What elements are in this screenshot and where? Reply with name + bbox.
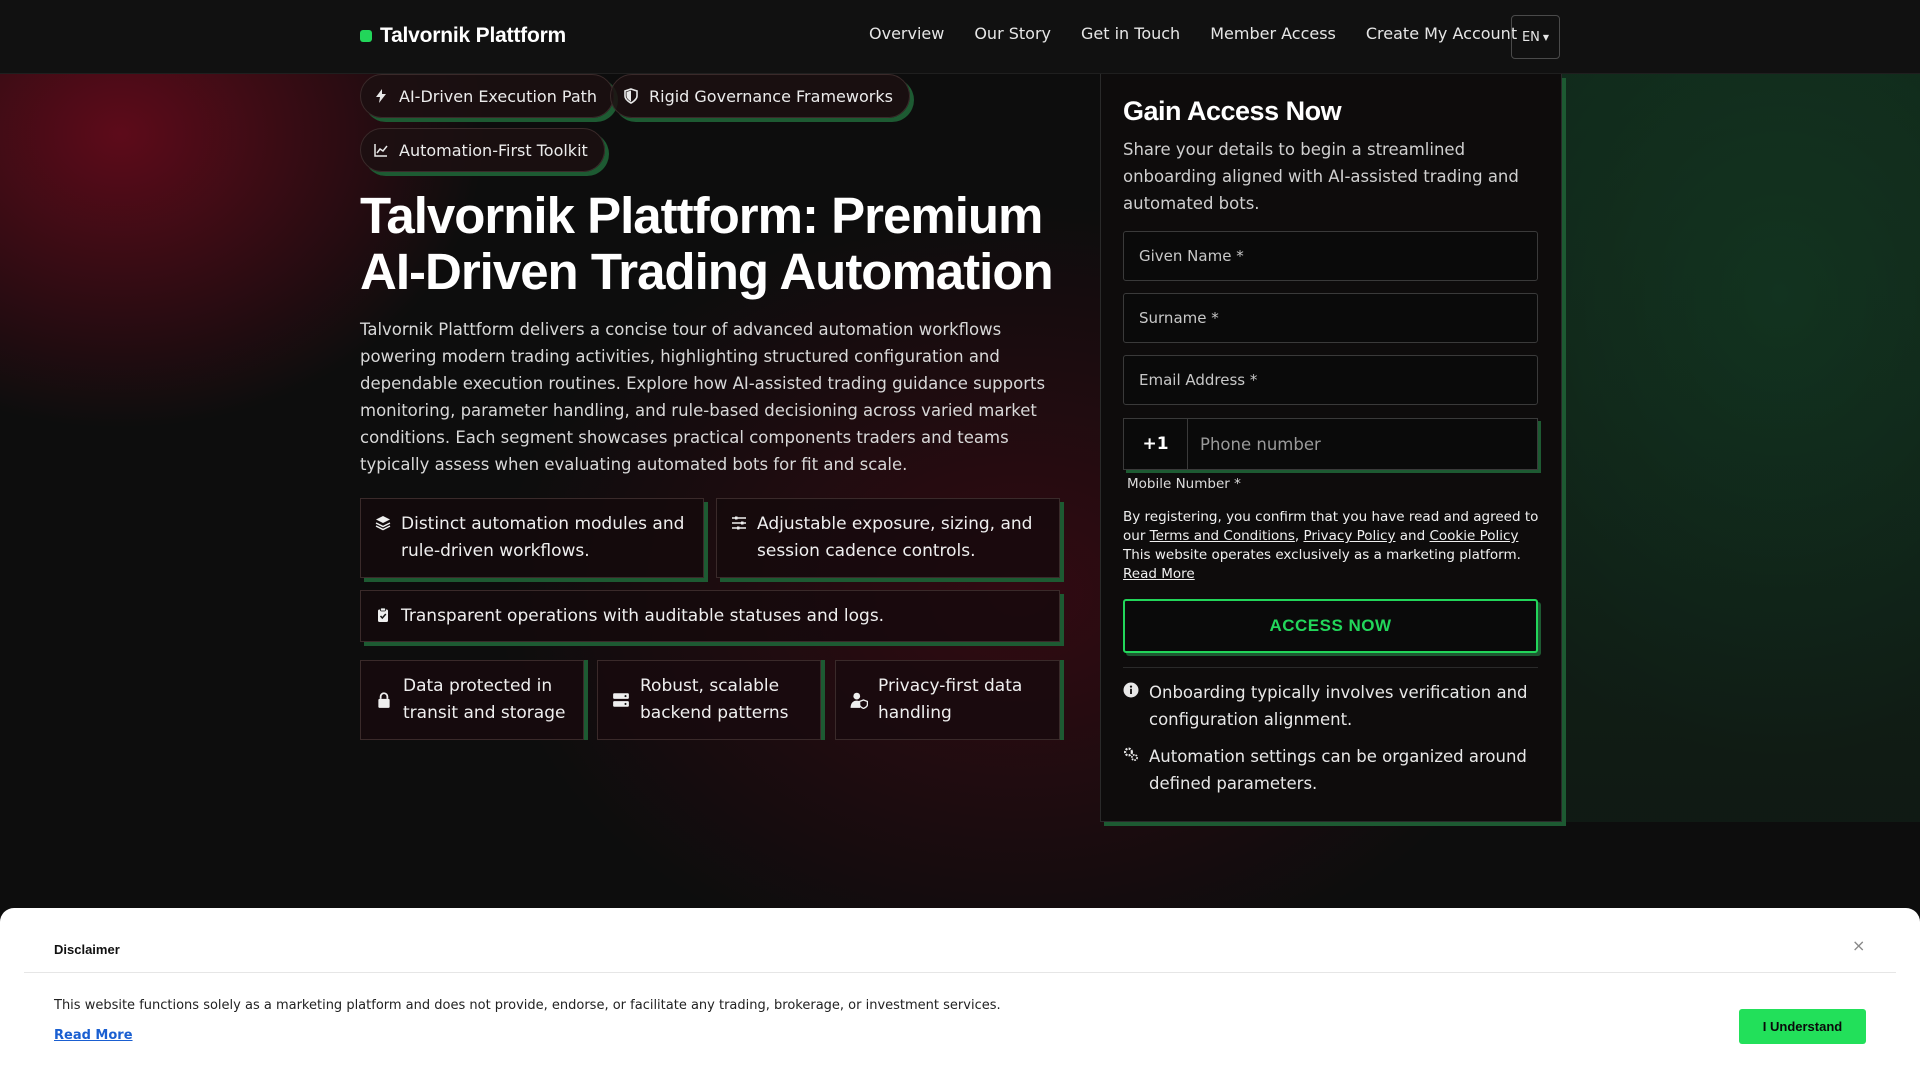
nav-member-access[interactable]: Member Access [1210,24,1336,43]
disclaimer-text: This website functions solely as a marke… [54,998,1001,1013]
form-subtitle: Share your details to begin a streamline… [1123,140,1519,213]
lock-icon [378,692,390,708]
server-icon [613,693,629,707]
badge-label: Automation-First Toolkit [399,140,588,160]
background-right-panel [1562,74,1920,822]
disclaimer-divider [24,972,1896,973]
note-text: Automation settings can be organized aro… [1149,747,1527,793]
disclaimer-read-more-link[interactable]: Read More [54,1028,133,1043]
note-text: Onboarding typically involves verificati… [1149,683,1528,729]
language-selector[interactable]: EN ▼ [1511,15,1560,59]
email-field[interactable] [1123,355,1538,405]
legal-and: and [1399,528,1426,544]
mini-feature-text: Privacy-first data handling [878,676,1023,723]
cookie-link[interactable]: Cookie Policy [1429,528,1518,544]
legal-notice: By registering, you confirm that you hav… [1123,509,1539,582]
legal-suffix: This website operates exclusively as a m… [1123,547,1521,563]
feature-text: Transparent operations with auditable st… [401,606,885,626]
country-code-selector[interactable]: +1 [1124,419,1188,469]
badge-governance: Rigid Governance Frameworks [610,74,910,118]
hero-description: Talvornik Plattform delivers a concise t… [360,320,1046,474]
mini-feature-privacy: Privacy-first data handling [835,660,1060,740]
given-name-field[interactable] [1123,231,1538,281]
brand[interactable]: Talvornik Plattform [360,24,566,48]
nav-our-story[interactable]: Our Story [974,24,1051,43]
badge-ai-execution: AI-Driven Execution Path [360,74,615,118]
mini-feature-backend: Robust, scalable backend patterns [597,660,821,740]
badge-label: Rigid Governance Frameworks [649,86,893,106]
i-understand-button[interactable]: I Understand [1739,1009,1866,1044]
form-title: Gain Access Now [1123,96,1342,126]
phone-group: +1 [1123,418,1538,470]
feature-text: Distinct automation modules and rule-dri… [401,514,685,561]
badge-automation-toolkit: Automation-First Toolkit [360,128,605,172]
badge-label: AI-Driven Execution Path [399,86,598,106]
terms-link[interactable]: Terms and Conditions [1150,528,1295,544]
access-now-button[interactable]: ACCESS NOW [1123,599,1538,653]
mini-feature-text: Data protected in transit and storage [403,676,566,723]
shield-icon [624,88,638,104]
info-icon [1123,682,1139,698]
note-onboarding: Onboarding typically involves verificati… [1123,679,1543,733]
brand-logo-icon [360,30,372,42]
privacy-link[interactable]: Privacy Policy [1303,528,1395,544]
nav-get-in-touch[interactable]: Get in Touch [1081,24,1180,43]
language-label: EN [1521,29,1540,45]
form-divider [1123,667,1538,668]
clipboard-check-icon [378,607,388,622]
feature-card-transparency: Transparent operations with auditable st… [360,590,1060,642]
phone-label: Mobile Number * [1127,476,1241,492]
surname-field[interactable] [1123,293,1538,343]
chart-line-icon [374,144,388,157]
lightning-icon [376,89,386,103]
legal-read-more-link[interactable]: Read More [1123,566,1195,582]
site-header: Talvornik Plattform Overview Our Story G… [0,0,1920,74]
close-icon[interactable]: × [1852,936,1865,955]
feature-card-controls: Adjustable exposure, sizing, and session… [716,498,1060,578]
gears-icon [1123,747,1138,761]
disclaimer-title: Disclaimer [54,942,120,957]
brand-name: Talvornik Plattform [380,24,567,47]
user-shield-icon [850,692,868,709]
mini-feature-data-protection: Data protected in transit and storage [360,660,584,740]
hero-title: Talvornik Plattform: Premium AI-Driven T… [360,187,1054,300]
feature-text: Adjustable exposure, sizing, and session… [757,514,1033,561]
chevron-down-icon: ▼ [1542,32,1550,42]
sliders-icon [732,516,746,530]
nav-create-account[interactable]: Create My Account [1366,24,1517,43]
phone-input[interactable] [1188,419,1537,469]
disclaimer-banner: Disclaimer × This website functions sole… [0,908,1920,1080]
mini-feature-text: Robust, scalable backend patterns [640,676,789,723]
registration-panel: Gain Access Now Share your details to be… [1100,74,1562,822]
note-automation: Automation settings can be organized aro… [1123,743,1543,797]
main-nav: Overview Our Story Get in Touch Member A… [869,24,1517,43]
layers-icon [375,516,391,531]
nav-overview[interactable]: Overview [869,24,944,43]
feature-card-modules: Distinct automation modules and rule-dri… [360,498,704,578]
